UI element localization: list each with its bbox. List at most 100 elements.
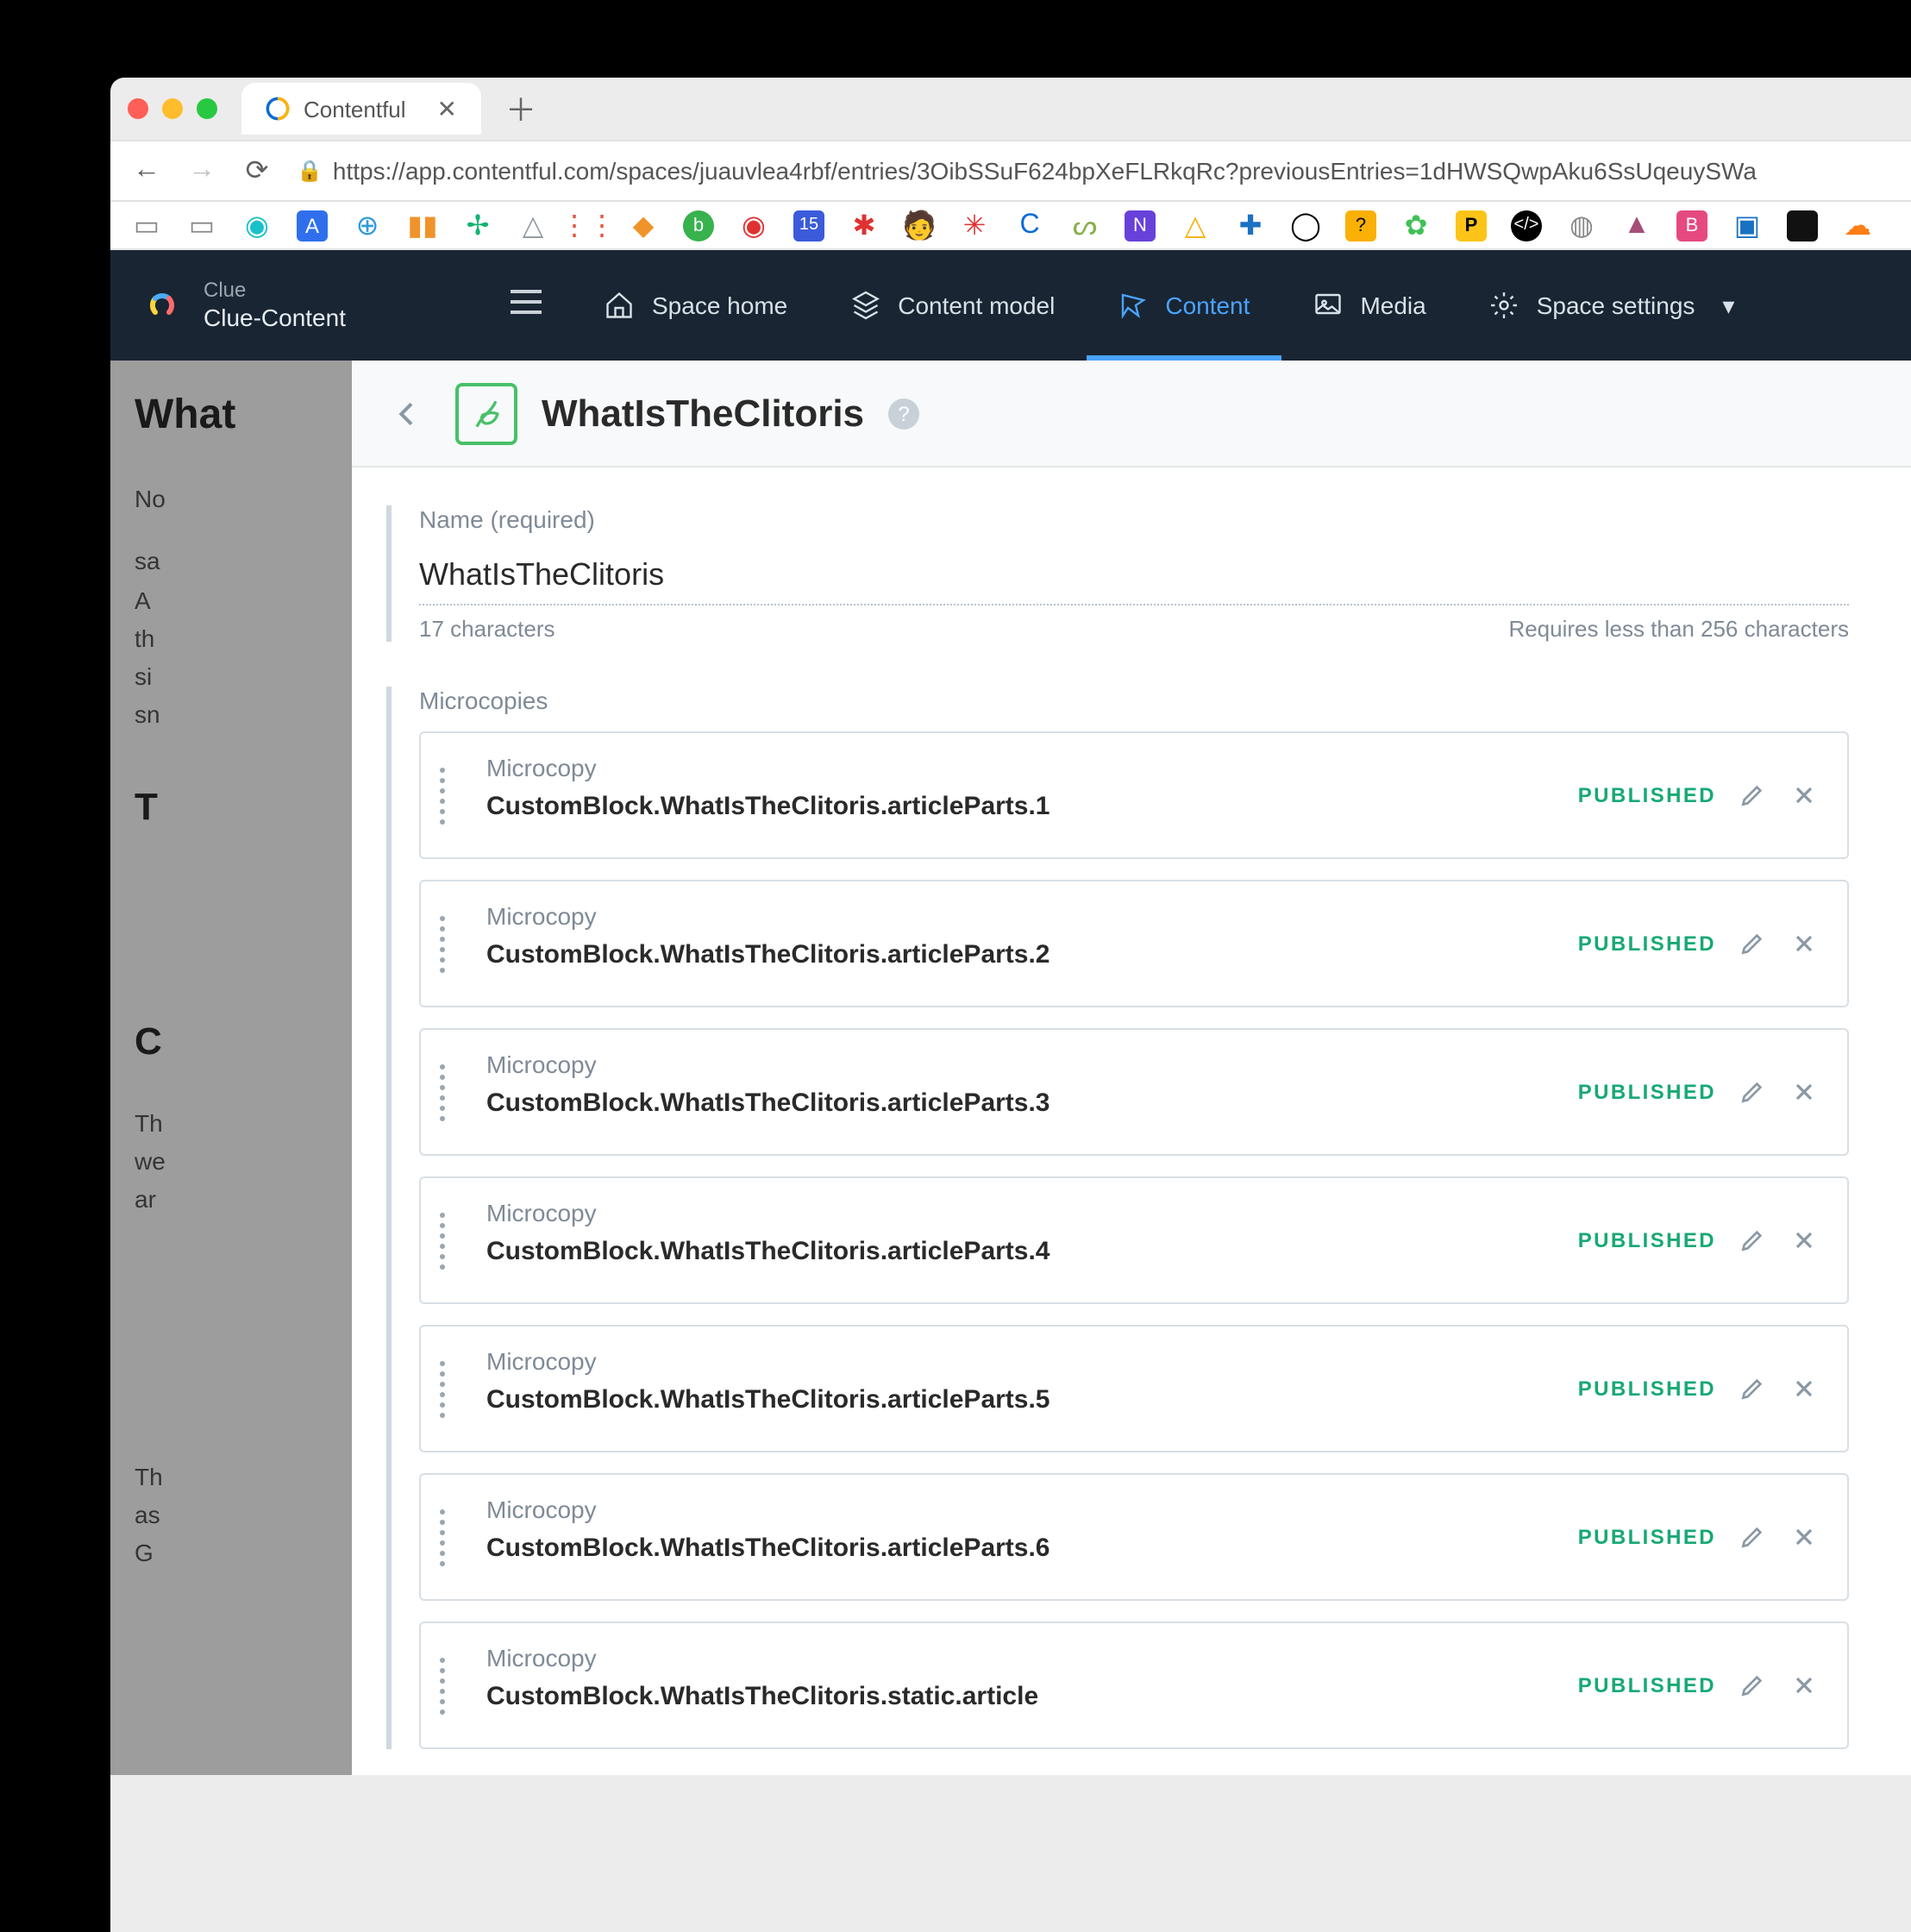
minimize-window-button[interactable] — [162, 98, 183, 119]
space-name: Clue-Content — [204, 304, 346, 331]
microcopy-actions: PUBLISHED — [1578, 881, 1847, 1006]
forward-button[interactable]: → — [186, 155, 217, 186]
help-icon[interactable]: ? — [888, 398, 919, 429]
close-window-button[interactable] — [128, 98, 148, 119]
edit-icon[interactable] — [1737, 780, 1768, 811]
remove-icon[interactable] — [1789, 1225, 1820, 1256]
edit-icon[interactable] — [1737, 1076, 1768, 1107]
microcopy-item[interactable]: MicrocopyCustomBlock.WhatIsTheClitoris.a… — [419, 1325, 1849, 1452]
back-button[interactable]: ← — [131, 155, 162, 186]
bookmark-icon[interactable]: ◉ — [241, 210, 273, 241]
bookmark-icon[interactable]: ▮▮ — [407, 210, 438, 241]
bookmark-icon[interactable]: N — [1125, 210, 1156, 241]
microcopy-item[interactable]: MicrocopyCustomBlock.WhatIsTheClitoris.a… — [419, 1176, 1849, 1304]
drag-handle-icon[interactable] — [421, 1327, 462, 1451]
nav-content[interactable]: Content — [1086, 250, 1281, 361]
microcopy-item[interactable]: MicrocopyCustomBlock.WhatIsTheClitoris.a… — [419, 731, 1849, 859]
status-badge: PUBLISHED — [1578, 932, 1716, 956]
microcopy-item[interactable]: MicrocopyCustomBlock.WhatIsTheClitoris.a… — [419, 1473, 1849, 1601]
microcopy-key: CustomBlock.WhatIsTheClitoris.static.art… — [486, 1682, 1554, 1711]
maximize-window-button[interactable] — [197, 98, 217, 119]
drag-handle-icon[interactable] — [421, 1475, 462, 1599]
bookmark-icon[interactable]: ◉ — [738, 210, 769, 241]
modal-backdrop[interactable] — [110, 361, 352, 1775]
name-input[interactable] — [419, 550, 1849, 605]
address-bar[interactable]: 🔒 https://app.contentful.com/spaces/juau… — [297, 157, 1890, 185]
edit-icon[interactable] — [1737, 1225, 1768, 1256]
drag-handle-icon[interactable] — [421, 1623, 462, 1747]
microcopy-type-label: Microcopy — [486, 902, 1554, 930]
microcopy-item[interactable]: MicrocopyCustomBlock.WhatIsTheClitoris.s… — [419, 1622, 1849, 1749]
status-badge: PUBLISHED — [1578, 1673, 1716, 1697]
bookmark-icon[interactable]: △ — [1180, 210, 1211, 241]
bookmark-icon[interactable]: 🧑 — [904, 210, 935, 241]
microcopy-type-label: Microcopy — [486, 1051, 1554, 1078]
content-type-icon — [455, 382, 517, 444]
bookmark-icon[interactable]: ▲ — [1621, 210, 1652, 241]
bookmark-icon[interactable]: ✱ — [849, 210, 880, 241]
browser-tab[interactable]: Contentful ✕ — [241, 83, 481, 135]
drag-handle-icon[interactable] — [421, 881, 462, 1006]
close-tab-button[interactable]: ✕ — [437, 94, 457, 123]
bookmark-icon[interactable]: </> — [1511, 210, 1542, 241]
remove-icon[interactable] — [1789, 1521, 1820, 1552]
bookmark-icon[interactable]: ◆ — [628, 210, 659, 241]
bookmark-icon[interactable]: ▭ — [131, 210, 162, 241]
remove-icon[interactable] — [1789, 1373, 1820, 1404]
nav-content-model[interactable]: Content model — [818, 250, 1086, 361]
microcopy-main: MicrocopyCustomBlock.WhatIsTheClitoris.s… — [462, 1623, 1578, 1747]
bookmark-icon[interactable]: ✳ — [959, 210, 990, 241]
bookmark-icon[interactable]: ✢ — [462, 210, 493, 241]
microcopy-item[interactable]: MicrocopyCustomBlock.WhatIsTheClitoris.a… — [419, 1028, 1849, 1156]
menu-icon[interactable] — [511, 289, 542, 322]
edit-icon[interactable] — [1737, 1670, 1768, 1701]
remove-icon[interactable] — [1789, 928, 1820, 959]
edit-icon[interactable] — [1737, 1521, 1768, 1552]
space-switcher[interactable]: Clue Clue-Content — [110, 250, 573, 361]
bookmark-icon[interactable]: A — [297, 210, 328, 241]
microcopy-type-label: Microcopy — [486, 1496, 1554, 1523]
bookmark-icon[interactable]: ▭ — [186, 210, 217, 241]
remove-icon[interactable] — [1789, 780, 1820, 811]
microcopy-actions: PUBLISHED — [1578, 733, 1847, 857]
bookmark-icon[interactable]: B — [1676, 210, 1707, 241]
status-badge: PUBLISHED — [1578, 1525, 1716, 1549]
drag-handle-icon[interactable] — [421, 1178, 462, 1302]
bookmark-icon[interactable]: C — [1014, 210, 1045, 241]
char-limit: Requires less than 256 characters — [1508, 616, 1849, 642]
drag-handle-icon[interactable] — [421, 733, 462, 857]
org-name: Clue — [204, 279, 346, 304]
bookmark-icon[interactable]: ▣ — [1732, 210, 1763, 241]
bookmark-icon[interactable]: ᔕ — [1069, 210, 1100, 241]
microcopy-item[interactable]: MicrocopyCustomBlock.WhatIsTheClitoris.a… — [419, 880, 1849, 1007]
bookmark-icon[interactable]: 15 — [793, 210, 824, 241]
drag-handle-icon[interactable] — [421, 1030, 462, 1154]
bookmark-icon[interactable]: b — [683, 210, 714, 241]
chevron-down-icon: ▾ — [1722, 291, 1734, 320]
status-badge: PUBLISHED — [1578, 783, 1716, 807]
bookmark-icon[interactable]: ◯ — [1290, 210, 1321, 241]
bookmark-icon[interactable]: ? — [1345, 210, 1376, 241]
remove-icon[interactable] — [1789, 1076, 1820, 1107]
microcopy-main: MicrocopyCustomBlock.WhatIsTheClitoris.a… — [462, 733, 1578, 857]
back-button[interactable] — [383, 389, 431, 437]
bookmark-icon[interactable]: ◍ — [1566, 210, 1597, 241]
nav-media[interactable]: Media — [1281, 250, 1457, 361]
bookmark-icon[interactable]: ⊕ — [352, 210, 383, 241]
bookmark-icon[interactable]: ✿ — [1400, 210, 1432, 241]
remove-icon[interactable] — [1789, 1670, 1820, 1701]
reload-button[interactable]: ⟳ — [241, 155, 273, 186]
bookmark-icon[interactable] — [1787, 210, 1818, 241]
nav-space-home[interactable]: Space home — [573, 250, 818, 361]
new-tab-button[interactable]: ＋ — [505, 86, 536, 131]
edit-icon[interactable] — [1737, 1373, 1768, 1404]
nav-space-settings[interactable]: Space settings ▾ — [1457, 250, 1766, 361]
bookmark-icon[interactable]: △ — [517, 210, 548, 241]
microcopy-actions: PUBLISHED — [1578, 1623, 1847, 1747]
edit-icon[interactable] — [1737, 928, 1768, 959]
char-count: 17 characters — [419, 616, 555, 642]
bookmark-icon[interactable]: ✚ — [1235, 210, 1266, 241]
bookmark-icon[interactable]: ⋮⋮ — [573, 210, 604, 241]
bookmark-icon[interactable]: ☁ — [1842, 210, 1873, 241]
bookmark-icon[interactable]: P — [1456, 210, 1487, 241]
